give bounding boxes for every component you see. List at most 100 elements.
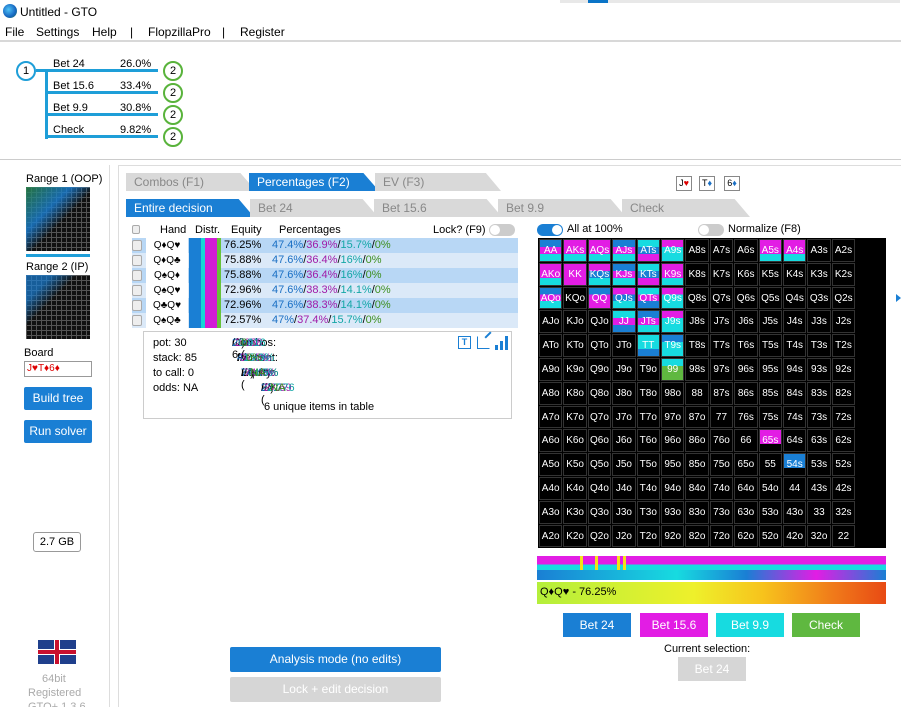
bet-24-button[interactable]: Bet 24 <box>563 613 631 637</box>
matrix-cell-K4o[interactable]: K4o <box>563 477 587 500</box>
normalize-toggle[interactable] <box>698 224 724 236</box>
matrix-cell-42s[interactable]: 42s <box>831 477 856 500</box>
matrix-cell-98s[interactable]: 98s <box>685 358 709 381</box>
matrix-cell-83s[interactable]: 83s <box>807 381 831 405</box>
matrix-cell-85o[interactable]: 85o <box>685 453 709 476</box>
tab-bet-24[interactable]: Bet 24 <box>250 199 378 217</box>
lock-icon[interactable] <box>132 255 142 266</box>
matrix-cell-A8s[interactable]: A8s <box>685 239 709 262</box>
run-solver-button[interactable]: Run solver <box>24 420 92 443</box>
matrix-cell-Q4s[interactable]: Q4s <box>783 286 807 310</box>
matrix-cell-J4s[interactable]: J4s <box>783 310 807 334</box>
matrix-cell-T4o[interactable]: T4o <box>636 477 660 500</box>
matrix-cell-A4o[interactable]: A4o <box>539 477 563 500</box>
table-row[interactable]: Q♠Q♣ 72.57% 47%/37.4%/15.7%/0% <box>132 313 518 328</box>
matrix-cell-Q8s[interactable]: Q8s <box>685 286 709 310</box>
matrix-cell-K3s[interactable]: K3s <box>807 262 831 286</box>
text-export-icon[interactable]: T <box>458 336 471 349</box>
matrix-cell-K5o[interactable]: K5o <box>563 453 587 476</box>
matrix-cell-86o[interactable]: 86o <box>685 429 709 453</box>
matrix-cell-QTo[interactable]: QTo <box>587 334 612 357</box>
matrix-cell-T4s[interactable]: T4s <box>783 334 807 357</box>
matrix-cell-AJs[interactable]: AJs <box>612 239 636 262</box>
analysis-mode-button[interactable]: Analysis mode (no edits) <box>230 647 441 672</box>
matrix-cell-97o[interactable]: 97o <box>661 405 685 429</box>
matrix-cell-K2s[interactable]: K2s <box>831 262 856 286</box>
tab-check[interactable]: Check <box>622 199 750 217</box>
matrix-cell-A6o[interactable]: A6o <box>539 429 563 453</box>
menu-file[interactable]: File <box>5 25 24 39</box>
matrix-cell-85s[interactable]: 85s <box>758 381 782 405</box>
matrix-cell-A2s[interactable]: A2s <box>831 239 856 262</box>
matrix-cell-T6s[interactable]: T6s <box>734 334 758 357</box>
matrix-cell-J7o[interactable]: J7o <box>612 405 636 429</box>
expand-arrow-icon[interactable] <box>896 294 901 302</box>
tab-entire-decision[interactable]: Entire decision <box>126 199 254 217</box>
tree-child-node[interactable]: 2 <box>163 83 183 103</box>
matrix-cell-33[interactable]: 33 <box>807 500 831 524</box>
matrix-cell-KTo[interactable]: KTo <box>563 334 587 357</box>
tree-child-node[interactable]: 2 <box>163 105 183 125</box>
matrix-cell-A2o[interactable]: A2o <box>539 524 563 548</box>
matrix-cell-J9o[interactable]: J9o <box>612 358 636 381</box>
matrix-cell-KQo[interactable]: KQo <box>563 286 587 310</box>
bar-chart-icon[interactable] <box>495 336 509 350</box>
matrix-cell-73o[interactable]: 73o <box>709 500 734 524</box>
matrix-cell-AA[interactable]: AA <box>539 239 563 262</box>
matrix-cell-T7s[interactable]: T7s <box>709 334 734 357</box>
matrix-cell-Q2o[interactable]: Q2o <box>587 524 612 548</box>
build-tree-button[interactable]: Build tree <box>24 387 92 410</box>
matrix-cell-K9o[interactable]: K9o <box>563 358 587 381</box>
matrix-cell-JTo[interactable]: JTo <box>612 334 636 357</box>
matrix-cell-54o[interactable]: 54o <box>758 477 782 500</box>
matrix-cell-K2o[interactable]: K2o <box>563 524 587 548</box>
matrix-cell-J5o[interactable]: J5o <box>612 453 636 476</box>
menu-settings[interactable]: Settings <box>36 25 79 39</box>
matrix-cell-65s[interactable]: 65s <box>758 429 782 453</box>
matrix-cell-J2s[interactable]: J2s <box>831 310 856 334</box>
matrix-cell-72o[interactable]: 72o <box>709 524 734 548</box>
strategy-strip[interactable] <box>537 556 886 580</box>
matrix-cell-K6s[interactable]: K6s <box>734 262 758 286</box>
matrix-cell-J5s[interactable]: J5s <box>758 310 782 334</box>
tab-combos[interactable]: Combos (F1) <box>126 173 256 191</box>
matrix-cell-A3o[interactable]: A3o <box>539 500 563 524</box>
matrix-cell-T3o[interactable]: T3o <box>636 500 660 524</box>
bet-9-9-button[interactable]: Bet 9.9 <box>716 613 784 637</box>
matrix-cell-T8s[interactable]: T8s <box>685 334 709 357</box>
matrix-cell-K5s[interactable]: K5s <box>758 262 782 286</box>
matrix-cell-QQ[interactable]: QQ <box>587 286 612 310</box>
matrix-cell-ATo[interactable]: ATo <box>539 334 563 357</box>
matrix-cell-Q7o[interactable]: Q7o <box>587 405 612 429</box>
matrix-cell-AKo[interactable]: AKo <box>539 262 563 286</box>
matrix-cell-AQs[interactable]: AQs <box>587 239 612 262</box>
matrix-cell-J3o[interactable]: J3o <box>612 500 636 524</box>
matrix-cell-QJs[interactable]: QJs <box>612 286 636 310</box>
board-input[interactable]: J♥T♦6♦ <box>24 361 92 377</box>
matrix-cell-Q2s[interactable]: Q2s <box>831 286 856 310</box>
matrix-cell-K8s[interactable]: K8s <box>685 262 709 286</box>
matrix-cell-J7s[interactable]: J7s <box>709 310 734 334</box>
matrix-cell-76s[interactable]: 76s <box>734 405 758 429</box>
matrix-cell-T5s[interactable]: T5s <box>758 334 782 357</box>
matrix-cell-53o[interactable]: 53o <box>758 500 782 524</box>
matrix-cell-J3s[interactable]: J3s <box>807 310 831 334</box>
matrix-cell-T9o[interactable]: T9o <box>636 358 660 381</box>
matrix-cell-32o[interactable]: 32o <box>807 524 831 548</box>
matrix-cell-T3s[interactable]: T3s <box>807 334 831 357</box>
matrix-cell-ATs[interactable]: ATs <box>636 239 660 262</box>
matrix-cell-55[interactable]: 55 <box>758 453 782 476</box>
matrix-cell-Q8o[interactable]: Q8o <box>587 381 612 405</box>
open-external-icon[interactable] <box>477 331 492 349</box>
matrix-cell-AKs[interactable]: AKs <box>563 239 587 262</box>
matrix-cell-75o[interactable]: 75o <box>709 453 734 476</box>
tree-child-node[interactable]: 2 <box>163 61 183 81</box>
matrix-cell-K7s[interactable]: K7s <box>709 262 734 286</box>
matrix-cell-KJs[interactable]: KJs <box>612 262 636 286</box>
matrix-cell-44[interactable]: 44 <box>783 477 807 500</box>
matrix-cell-54s[interactable]: 54s <box>783 453 807 476</box>
matrix-cell-64s[interactable]: 64s <box>783 429 807 453</box>
matrix-cell-94s[interactable]: 94s <box>783 358 807 381</box>
matrix-cell-76o[interactable]: 76o <box>709 429 734 453</box>
matrix-cell-93s[interactable]: 93s <box>807 358 831 381</box>
